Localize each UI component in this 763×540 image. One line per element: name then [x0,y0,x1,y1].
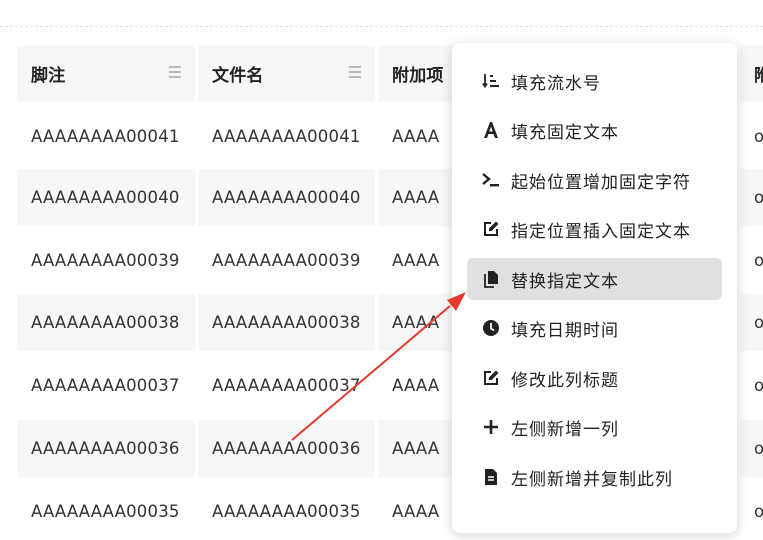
menu-item-fill-datetime[interactable]: 填充日期时间 [467,307,722,349]
menu-item-label: 左侧新增并复制此列 [511,469,673,490]
cell-last[interactable]: o [740,294,763,351]
plus-icon [481,417,501,437]
column-header-label: 附加项 [392,66,444,86]
cell-last[interactable]: o [740,169,763,226]
menu-item-label: 左侧新增一列 [511,419,619,440]
cell-last[interactable]: o [740,483,763,540]
cell-footnote[interactable]: AAAAAAAA00037 [17,357,195,414]
column-header-label: 文件名 [212,66,264,86]
sort-numeric-icon [481,71,501,91]
menu-item-label: 指定位置插入固定文本 [511,221,691,242]
column-header-label: 附 [754,66,763,86]
cell-filename[interactable]: AAAAAAAA00036 [198,420,375,477]
terminal-prompt-icon [481,170,501,190]
copy-document-icon [481,269,501,289]
cell-filename[interactable]: AAAAAAAA00039 [198,232,375,289]
cell-last[interactable]: o [740,108,763,165]
cell-footnote[interactable]: AAAAAAAA00038 [17,294,195,351]
cell-last[interactable]: o [740,232,763,289]
column-header-filename[interactable]: 文件名 [198,45,375,102]
cell-last[interactable]: o [740,357,763,414]
cell-filename[interactable]: AAAAAAAA00040 [198,169,375,226]
cell-last[interactable]: o [740,420,763,477]
menu-item-label: 填充流水号 [511,73,601,94]
cell-footnote[interactable]: AAAAAAAA00036 [17,420,195,477]
edit-square-icon [481,368,501,388]
column-header-last[interactable]: 附 [740,45,763,102]
cell-filename[interactable]: AAAAAAAA00037 [198,357,375,414]
menu-item-add-column-left[interactable]: 左侧新增一列 [467,406,722,448]
menu-item-label: 填充固定文本 [511,122,619,143]
column-menu-icon[interactable] [349,66,361,81]
menu-item-label: 修改此列标题 [511,370,619,391]
menu-item-add-copy-column-left[interactable]: 左侧新增并复制此列 [467,456,722,498]
column-header-label: 脚注 [31,66,66,86]
cell-filename[interactable]: AAAAAAAA00035 [198,483,375,540]
column-header-footnote[interactable]: 脚注 [17,45,195,102]
menu-item-label: 替换指定文本 [511,271,619,292]
clock-icon [481,318,501,338]
font-a-icon [481,120,501,140]
menu-item-fill-fixed-text[interactable]: 填充固定文本 [467,109,722,151]
menu-item-rename-column[interactable]: 修改此列标题 [467,357,722,399]
top-divider [0,26,763,27]
cell-filename[interactable]: AAAAAAAA00041 [198,108,375,165]
cell-footnote[interactable]: AAAAAAAA00040 [17,169,195,226]
menu-item-prefix-chars[interactable]: 起始位置增加固定字符 [467,159,722,201]
menu-item-fill-serial[interactable]: 填充流水号 [467,60,722,102]
edit-square-icon [481,219,501,239]
cell-footnote[interactable]: AAAAAAAA00041 [17,108,195,165]
menu-item-label: 起始位置增加固定字符 [511,172,691,193]
document-icon [481,467,501,487]
menu-item-label: 填充日期时间 [511,320,619,341]
column-menu-icon[interactable] [169,66,181,81]
cell-filename[interactable]: AAAAAAAA00038 [198,294,375,351]
cell-footnote[interactable]: AAAAAAAA00035 [17,483,195,540]
menu-item-replace-text[interactable]: 替换指定文本 [467,258,722,300]
cell-footnote[interactable]: AAAAAAAA00039 [17,232,195,289]
menu-item-insert-text[interactable]: 指定位置插入固定文本 [467,208,722,250]
context-menu: 填充流水号 填充固定文本 起始位置增加固定字符 指定位置插入固定文本 替换指定文… [452,43,737,533]
